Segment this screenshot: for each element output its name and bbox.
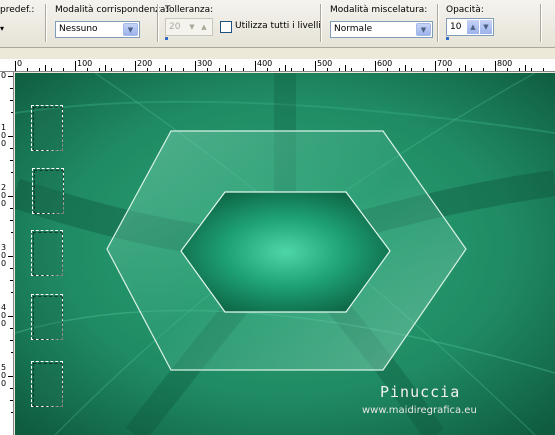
ruler-label: 300 [197, 59, 213, 68]
ruler-label: 100 [77, 59, 93, 68]
tolerance-stepper[interactable]: 20 ▼ ▲ [165, 18, 213, 36]
blend-mode-label: Modalità miscelatura: [330, 5, 428, 15]
chevron-down-icon[interactable]: ▼ [123, 23, 138, 36]
toolbar-separator [157, 4, 159, 42]
match-mode-value: Nessuno [59, 24, 98, 34]
ruler-label: 3 0 0 [1, 243, 7, 268]
spin-down-icon[interactable]: ▼ [480, 20, 492, 34]
preset-label: predef.: [0, 5, 35, 15]
ruler-label: 2 0 0 [1, 183, 7, 208]
opacity-value: 10 [450, 22, 462, 32]
ruler-label: 0 [1, 72, 7, 80]
selection-marquee[interactable] [31, 294, 63, 340]
match-mode-select[interactable]: Nessuno ▼ [55, 21, 140, 38]
ruler-label: 4 0 0 [1, 303, 7, 328]
tool-options-bar: predef.: ▾ Modalità corrispondenza: Ness… [0, 0, 555, 48]
selection-marquee[interactable] [31, 105, 63, 151]
spin-down-icon[interactable]: ▼ [186, 20, 198, 34]
opacity-stepper[interactable]: 10 ▲ ▼ [446, 18, 494, 36]
tolerance-indicator [165, 37, 168, 40]
use-all-layers-checkbox[interactable] [220, 21, 232, 33]
watermark-title: Pinuccia [380, 383, 461, 401]
ruler-label: 600 [377, 59, 393, 68]
selection-marquee[interactable] [31, 230, 63, 276]
blend-mode-value: Normale [334, 24, 373, 34]
opacity-label: Opacità: [446, 5, 484, 15]
spin-up-icon[interactable]: ▲ [467, 20, 479, 34]
opacity-indicator [446, 37, 449, 40]
toolbar-gap [0, 48, 555, 59]
match-mode-label: Modalità corrispondenza: [55, 5, 169, 15]
ruler-label: 400 [257, 59, 273, 68]
toolbar-separator [320, 4, 322, 42]
toolbar-separator [540, 4, 542, 42]
tolerance-label: Tolleranza: [165, 5, 214, 15]
preset-dropdown-arrow-icon[interactable]: ▾ [0, 24, 4, 33]
ruler-label: 700 [437, 59, 453, 68]
use-all-layers-label[interactable]: Utilizza tutti i livelli [235, 21, 321, 31]
ruler-label: 800 [497, 59, 513, 68]
blend-mode-select[interactable]: Normale ▼ [330, 21, 433, 38]
horizontal-ruler: 0 100 200 300 400 500 600 700 800 [0, 59, 555, 72]
selection-marquee[interactable] [32, 168, 64, 214]
vertical-ruler: 0 1 0 0 2 0 0 3 0 0 4 0 0 5 0 0 [0, 72, 14, 435]
canvas-artwork [15, 73, 555, 435]
ruler-label: 5 0 0 [1, 363, 7, 388]
ruler-label: 500 [317, 59, 333, 68]
chevron-down-icon[interactable]: ▼ [416, 23, 431, 36]
ruler-label: 0 [17, 59, 23, 68]
tolerance-value: 20 [169, 22, 181, 32]
ruler-label: 1 0 0 [1, 123, 7, 148]
toolbar-separator [45, 4, 47, 42]
spin-up-icon[interactable]: ▲ [198, 20, 210, 34]
ruler-label: 200 [137, 59, 153, 68]
watermark-url: www.maidiregrafica.eu [362, 405, 477, 416]
toolbar-separator [437, 4, 439, 42]
image-canvas[interactable] [15, 73, 555, 435]
selection-marquee[interactable] [31, 361, 63, 407]
